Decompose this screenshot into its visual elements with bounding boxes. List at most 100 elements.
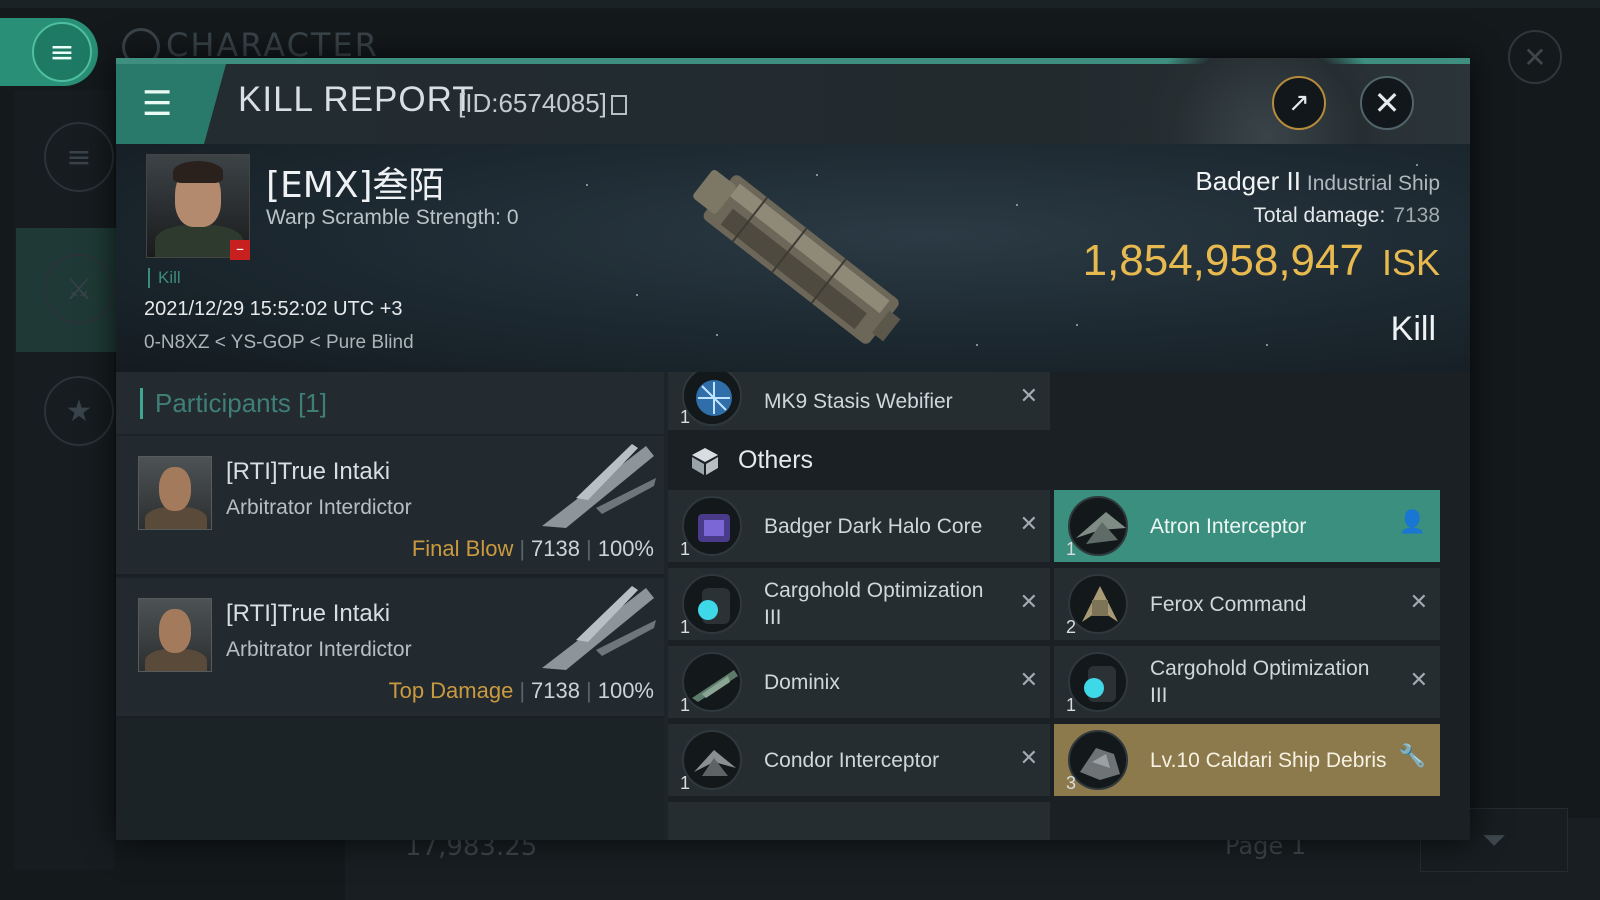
hamburger-icon: ≡	[32, 22, 92, 82]
report-menu-button[interactable]: ☰	[116, 64, 226, 144]
participant-avatar[interactable]	[138, 598, 212, 672]
bg-star-icon[interactable]: ★	[44, 376, 114, 446]
modal-header: ☰ KILL REPORT [ID:6574085] ↗ ✕	[116, 58, 1470, 184]
pilot-icon: 👤	[1398, 510, 1426, 535]
participant-damage: 7138	[531, 536, 580, 561]
main-menu-button[interactable]: ≡	[0, 18, 98, 86]
halo-core-icon	[682, 496, 742, 556]
stasis-webifier-icon	[682, 372, 742, 426]
item-name: Atron Interceptor	[1150, 514, 1307, 538]
share-button[interactable]: ↗	[1272, 76, 1326, 130]
item-name: Cargohold Optimization III	[764, 579, 984, 629]
dominix-ship-icon	[682, 652, 742, 712]
item-name: MK9 Stasis Webifier	[764, 389, 953, 413]
participant-stats: Final Blow | 7138 | 100%	[411, 536, 654, 561]
participant-damage: 7138	[531, 678, 580, 703]
corp-standing-icon: –	[230, 240, 250, 260]
kill-datetime: 2021/12/29 15:52:02 UTC +3	[144, 298, 403, 320]
item-slot-partial[interactable]	[668, 802, 1050, 840]
modal-title: KILL REPORT	[238, 80, 475, 119]
item-name: Ferox Command	[1150, 592, 1307, 616]
participant-role: Top Damage	[388, 678, 514, 703]
bg-list-icon[interactable]: ≡	[44, 122, 114, 192]
ship-debris-icon	[1068, 730, 1128, 790]
item-qty: 1	[680, 617, 691, 637]
participant-name: [RTI]True Intaki	[226, 458, 391, 485]
participants-header: Participants [1]	[116, 372, 664, 434]
kill-type-tag: Kill	[148, 268, 181, 288]
participant-ship-image	[542, 444, 656, 528]
close-button[interactable]: ✕	[1360, 76, 1414, 130]
isk-unit: ISK	[1381, 242, 1440, 283]
kill-report-modal: ☰ KILL REPORT [ID:6574085] ↗ ✕ – [EMX]叁陌…	[116, 58, 1470, 840]
item-slot[interactable]: 2 Ferox Command ✕	[1054, 568, 1440, 640]
item-qty: 1	[1066, 539, 1077, 559]
bg-top-bar	[0, 0, 1600, 8]
destroyed-icon: ✕	[1019, 384, 1038, 409]
item-name: Condor Interceptor	[764, 748, 940, 772]
participant-stats: Top Damage | 7138 | 100%	[388, 678, 654, 703]
wrench-icon: 🔧	[1398, 744, 1426, 769]
item-slot[interactable]: 1 MK9 Stasis Webifier ✕	[668, 372, 1050, 430]
item-slot[interactable]: 1 Cargohold Optimization III ✕	[668, 568, 1050, 640]
item-slot[interactable]: 1 Condor Interceptor ✕	[668, 724, 1050, 796]
atron-interceptor-icon	[1068, 496, 1128, 556]
item-qty: 2	[1066, 617, 1077, 637]
participant-percent: 100%	[597, 536, 654, 561]
participants-panel: Participants [1] [RTI]True Intaki Arbitr…	[116, 372, 664, 840]
item-slot[interactable]: 1 Badger Dark Halo Core ✕	[668, 490, 1050, 562]
ship-class: Industrial Ship	[1306, 172, 1440, 195]
total-damage-label: Total damage:	[1253, 204, 1386, 227]
destroyed-icon: ✕	[1019, 668, 1038, 693]
item-slot[interactable]: 3 Lv.10 Caldari Ship Debris 🔧	[1054, 724, 1440, 796]
item-qty: 1	[680, 695, 691, 715]
destroyed-icon: ✕	[1409, 668, 1428, 693]
item-name: Cargohold Optimization III	[1150, 657, 1370, 707]
destroyed-icon: ✕	[1019, 512, 1038, 537]
victim-ship: Badger II Industrial Ship	[1195, 166, 1440, 197]
participant-ship: Arbitrator Interdictor	[226, 496, 412, 519]
item-name: Badger Dark Halo Core	[764, 514, 983, 538]
item-slot[interactable]: 1 Cargohold Optimization III ✕	[1054, 646, 1440, 718]
participants-title: Participants [1]	[140, 388, 327, 419]
participant-role: Final Blow	[411, 536, 514, 561]
participant-ship: Arbitrator Interdictor	[226, 638, 412, 661]
item-qty: 1	[680, 773, 691, 793]
destroyed-icon: ✕	[1409, 590, 1428, 615]
item-slot[interactable]: 1 Atron Interceptor 👤	[1054, 490, 1440, 562]
close-icon: ✕	[1373, 84, 1401, 122]
warp-scramble-strength: Warp Scramble Strength: 0	[266, 206, 519, 229]
ship-name: Badger II	[1195, 166, 1301, 196]
item-qty: 1	[1066, 695, 1077, 715]
share-icon: ↗	[1288, 88, 1310, 118]
participant-avatar[interactable]	[138, 456, 212, 530]
bg-close-icon[interactable]: ✕	[1508, 30, 1562, 84]
cube-icon	[692, 448, 718, 475]
report-id-text: [ID:6574085]	[458, 88, 607, 118]
isk-amount: 1,854,958,947	[1082, 236, 1364, 285]
bg-swords-icon[interactable]: ⚔	[44, 254, 114, 324]
destroyed-icon: ✕	[1019, 746, 1038, 771]
item-qty: 1	[680, 407, 691, 427]
participant-row[interactable]: [RTI]True Intaki Arbitrator Interdictor …	[116, 578, 664, 718]
hamburger-icon: ☰	[142, 84, 173, 124]
others-section-header: Others	[668, 434, 1470, 488]
cargohold-optimization-icon	[682, 574, 742, 634]
items-panel: 1 MK9 Stasis Webifier ✕ Others 1 Badger …	[668, 372, 1470, 840]
kill-result: Kill	[1390, 310, 1436, 348]
bg-sidebar	[14, 90, 114, 870]
item-name: Lv.10 Caldari Ship Debris	[1150, 748, 1387, 772]
victim-banner: – [EMX]叁陌 Warp Scramble Strength: 0 Kill…	[116, 144, 1470, 372]
item-slot[interactable]: 1 Dominix ✕	[668, 646, 1050, 718]
participant-row[interactable]: [RTI]True Intaki Arbitrator Interdictor …	[116, 436, 664, 576]
participant-percent: 100%	[597, 678, 654, 703]
destroyed-icon: ✕	[1019, 590, 1038, 615]
kill-location: 0-N8XZ < YS-GOP < Pure Blind	[144, 332, 414, 353]
participant-ship-image	[542, 586, 656, 670]
copy-icon[interactable]	[610, 95, 627, 116]
total-damage: Total damage: 7138	[1253, 204, 1440, 228]
item-qty: 1	[680, 539, 691, 559]
isk-value: 1,854,958,947 ISK	[1083, 236, 1440, 286]
cargohold-optimization-icon	[1068, 652, 1128, 712]
ferox-command-icon	[1068, 574, 1128, 634]
